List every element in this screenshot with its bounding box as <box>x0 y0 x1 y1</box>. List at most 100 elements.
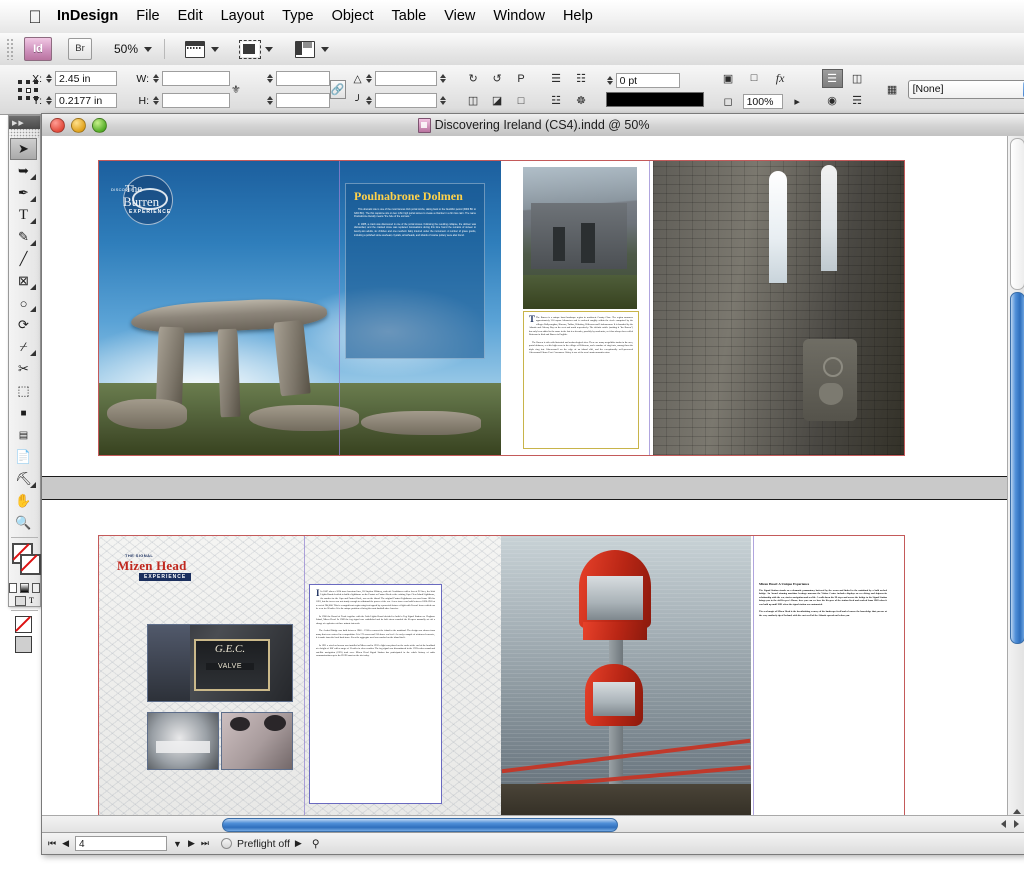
menu-item-window[interactable]: Window <box>484 0 554 33</box>
stroke-weight-stepper[interactable] <box>606 73 614 88</box>
apply-color-icon[interactable] <box>9 582 18 593</box>
indesign-home-button[interactable]: Id <box>24 37 52 61</box>
align-top-icon[interactable]: ☰ <box>546 69 567 88</box>
pen-tool[interactable]: ✒ <box>9 182 38 204</box>
zoom-tool[interactable]: 🔍 <box>9 512 38 534</box>
view-options-chevron-down-icon[interactable] <box>211 46 220 52</box>
hand-tool[interactable]: ✋ <box>9 490 38 512</box>
wrap-none-icon[interactable]: ☰ <box>821 69 843 88</box>
tools-panel-collapse-handle[interactable]: ▶▶ <box>9 116 40 129</box>
scissors-tool[interactable]: ✂ <box>9 358 38 380</box>
opacity-menu-arrow-icon[interactable]: ▸ <box>787 92 808 111</box>
view-options-icon[interactable] <box>185 40 206 58</box>
scale-x-stepper[interactable] <box>266 71 274 86</box>
mizen-right-text-block[interactable]: Mizen Head: A Unique Experience The Sign… <box>759 582 887 617</box>
mizen-sea-photo[interactable] <box>501 536 751 830</box>
format-container-icon[interactable] <box>15 595 27 606</box>
preview-proxy-corners-icon[interactable]: □ <box>511 91 532 110</box>
distribute-vertical-icon[interactable]: ☸ <box>571 91 592 110</box>
zoom-dropdown-chevron-down-icon[interactable] <box>144 46 153 52</box>
preview-view-mode-button[interactable] <box>9 634 38 654</box>
scale-link-icon[interactable]: 🔗 <box>329 80 346 99</box>
line-tool[interactable]: ╱ <box>9 248 38 270</box>
vertical-scrollbar[interactable] <box>1007 136 1024 833</box>
effects-target-icon[interactable]: ▣ <box>718 69 739 88</box>
toolbar-grip-handle[interactable] <box>6 38 14 60</box>
gradient-feather-tool[interactable]: ▤ <box>9 424 38 446</box>
format-text-icon[interactable]: T <box>29 596 34 605</box>
preflight-menu-arrow-icon[interactable]: ▶ <box>295 838 302 849</box>
free-transform-tool[interactable]: ⬚ <box>9 380 38 402</box>
menu-item-type[interactable]: Type <box>273 0 322 33</box>
rotate-stepper-2[interactable] <box>439 93 447 108</box>
fill-target-icon[interactable]: □ <box>744 69 765 88</box>
scale-y-stepper[interactable] <box>266 93 274 108</box>
gec-valve-photo[interactable]: G.E.C. VALVE <box>147 624 293 702</box>
burren-region-text-frame[interactable]: T The Burren is a unique karst landscape … <box>523 311 639 449</box>
previous-page-button[interactable]: ◀ <box>62 838 69 849</box>
horizontal-scroll-thumb[interactable] <box>222 818 618 832</box>
x-input[interactable]: 2.45 in <box>55 71 117 86</box>
rotate-input[interactable] <box>374 93 437 108</box>
object-style-icon[interactable]: ▦ <box>882 80 903 99</box>
menu-item-view[interactable]: View <box>435 0 484 33</box>
page-number-input[interactable]: 4 <box>75 836 168 851</box>
rotate-cw-icon[interactable]: ↺ <box>487 69 508 88</box>
scale-y-input[interactable] <box>275 93 330 108</box>
menu-item-edit[interactable]: Edit <box>169 0 212 33</box>
normal-view-mode-button[interactable] <box>9 614 38 634</box>
apple-logo-icon[interactable]:  <box>22 8 48 26</box>
wrap-bounding-box-icon[interactable]: ◫ <box>847 69 868 88</box>
screen-mode-icon[interactable] <box>239 39 262 59</box>
stroke-style-swatch[interactable] <box>605 91 704 107</box>
menu-item-table[interactable]: Table <box>383 0 436 33</box>
lens-photo[interactable] <box>147 712 219 770</box>
stroke-weight-input[interactable]: 0 pt <box>615 72 680 88</box>
first-page-button[interactable]: ⏮ <box>48 838 56 849</box>
tools-panel-grip[interactable] <box>9 129 40 138</box>
distribute-horizontal-icon[interactable]: ☷ <box>571 69 592 88</box>
y-input[interactable]: 0.2177 in <box>55 93 117 108</box>
bridge-button[interactable]: Br <box>68 38 92 60</box>
apply-gradient-icon[interactable] <box>20 582 29 593</box>
pencil-tool[interactable]: ✎ <box>9 226 38 248</box>
eyedropper-tool[interactable]: ⛏ <box>9 468 38 490</box>
document-canvas[interactable]: DISCOVER The Burren EXPERIENCE Poulnabro… <box>42 136 1007 833</box>
document-title-bar[interactable]: Discovering Ireland (CS4).indd @ 50% <box>42 114 1024 137</box>
zoom-level-value[interactable]: 50% <box>114 42 138 56</box>
opacity-input[interactable]: 100% <box>742 93 783 109</box>
engraving-photo[interactable] <box>221 712 293 770</box>
horizontal-scroll-buttons[interactable] <box>997 818 1023 830</box>
rectangle-frame-tool[interactable]: ⊠ <box>9 270 38 292</box>
h-input[interactable] <box>162 93 230 108</box>
stone-wall-photo[interactable] <box>653 161 904 455</box>
vertical-scroll-thumb[interactable] <box>1010 292 1024 644</box>
flip-vertical-icon[interactable]: ◪ <box>487 91 508 110</box>
menu-item-indesign[interactable]: InDesign <box>48 0 127 33</box>
menu-item-file[interactable]: File <box>127 0 168 33</box>
opacity-target-icon[interactable]: ◻ <box>718 92 739 111</box>
screen-mode-chevron-down-icon[interactable] <box>265 46 274 52</box>
direct-selection-tool[interactable]: ➥ <box>9 160 38 182</box>
document-status-menu-icon[interactable]: ⚲ <box>312 838 320 850</box>
y-stepper[interactable] <box>45 93 53 108</box>
wrap-jump-object-icon[interactable]: ☴ <box>847 91 868 110</box>
panel-layout-icon[interactable] <box>295 40 316 58</box>
ellipse-tool[interactable]: ○ <box>9 292 38 314</box>
scale-tool[interactable]: ⌿ <box>9 336 38 358</box>
shear-stepper-2[interactable] <box>439 71 447 86</box>
rotate-tool[interactable]: ⟳ <box>9 314 38 336</box>
effects-fx-icon[interactable]: fx <box>770 69 791 88</box>
gradient-swatch-tool[interactable]: ■ <box>9 402 38 424</box>
h-stepper[interactable] <box>152 93 160 108</box>
note-tool[interactable]: 📄 <box>9 446 38 468</box>
vertical-scroll-track-top[interactable] <box>1010 138 1024 290</box>
panel-layout-chevron-down-icon[interactable] <box>321 46 330 52</box>
next-page-button[interactable]: ▶ <box>188 838 195 849</box>
scale-x-input[interactable] <box>275 71 330 86</box>
mizen-article-text-frame[interactable]: I In 1847 when a 1024 tons American liner… <box>309 584 442 804</box>
w-stepper[interactable] <box>152 71 160 86</box>
horizontal-scrollbar[interactable] <box>42 815 1024 833</box>
poulnabrone-text-frame[interactable]: Poulnabrone Dolmen This dramatic site is… <box>345 183 485 359</box>
page-dropdown-chevron-down-icon[interactable]: ▼ <box>173 839 182 849</box>
